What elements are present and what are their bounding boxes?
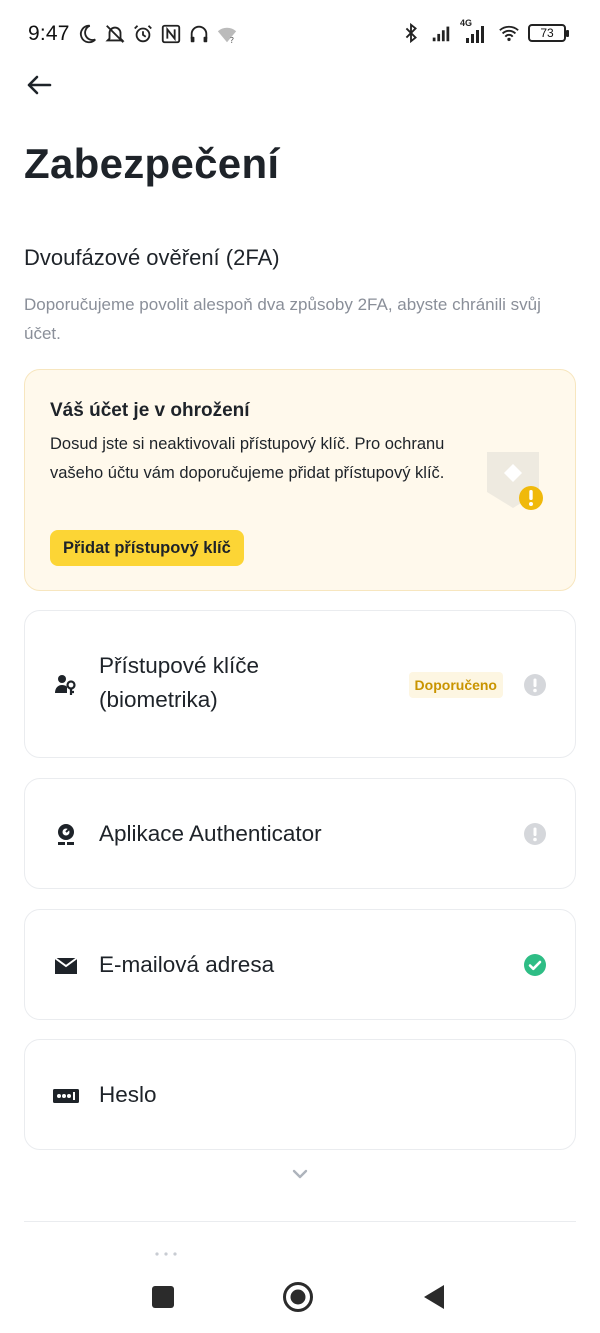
battery-icon: 73 [528,24,569,42]
page-title: Zabezpečení [24,140,280,187]
system-nav-bar [0,1262,600,1333]
chevron-down-icon[interactable] [290,1166,310,1182]
bluetooth-icon [405,22,417,44]
recommended-badge: Doporučeno [408,672,503,698]
alarm-icon [133,25,152,43]
signal-icon [432,26,450,42]
authenticator-icon [53,822,79,848]
exclamation-circle-icon [524,674,546,696]
home-button[interactable] [281,1280,315,1314]
system-back-button[interactable] [417,1280,451,1314]
arrow-left-icon [27,75,52,95]
bell-off-icon [105,25,125,43]
status-left: 9:47 ? [28,22,238,46]
recents-square-icon [152,1286,174,1308]
warning-text: Dosud jste si neaktivovali přístupový kl… [50,435,445,482]
password-icon [53,1083,79,1109]
exclamation-circle-icon [524,823,546,845]
warning-title: Váš účet je v ohrožení [50,400,250,421]
recents-button[interactable] [146,1280,180,1314]
back-triangle-icon [424,1285,444,1309]
method-password[interactable]: Heslo [24,1039,576,1150]
headphones-icon [190,25,207,43]
method-passkeys[interactable]: Přístupové klíče (biometrika) Doporučeno [24,610,576,758]
signal-4g-icon: 4G [460,18,490,44]
home-circle-icon [283,1282,313,1312]
passkey-warning-card: Váš účet je v ohrožení Dosud jste si nea… [24,369,576,591]
method-email[interactable]: E-mailová adresa [24,909,576,1020]
wifi-unknown-icon: ? [217,27,236,45]
svg-text:?: ? [229,35,233,45]
section-divider [24,1221,576,1222]
passkey-icon [53,672,79,698]
wifi-icon [499,25,519,42]
method-authenticator[interactable]: Aplikace Authenticator [24,778,576,889]
two-fa-title: Dvoufázové ověření (2FA) [24,245,280,270]
envelope-icon [53,953,79,979]
back-button[interactable] [22,70,56,100]
two-fa-description: Doporučujeme povolit alespoň dva způsoby… [24,295,541,343]
method-password-label: Heslo [99,1082,157,1107]
method-email-label: E-mailová adresa [99,952,275,977]
key-shield-warning-icon [487,452,543,510]
status-right: 4G 73 [400,18,569,44]
method-authenticator-label: Aplikace Authenticator [99,821,322,846]
check-circle-icon [524,954,546,976]
method-passkeys-label: Přístupové klíče (biometrika) [99,653,260,712]
moon-icon [79,24,96,44]
network-type: 4G [460,18,473,28]
more-dots-icon [155,1252,177,1256]
nfc-icon [161,24,180,44]
add-passkey-button[interactable]: Přidat přístupový klíč [50,530,244,566]
status-bar: 9:47 ? 4G 73 [0,0,600,68]
status-time: 9:47 [28,22,70,45]
